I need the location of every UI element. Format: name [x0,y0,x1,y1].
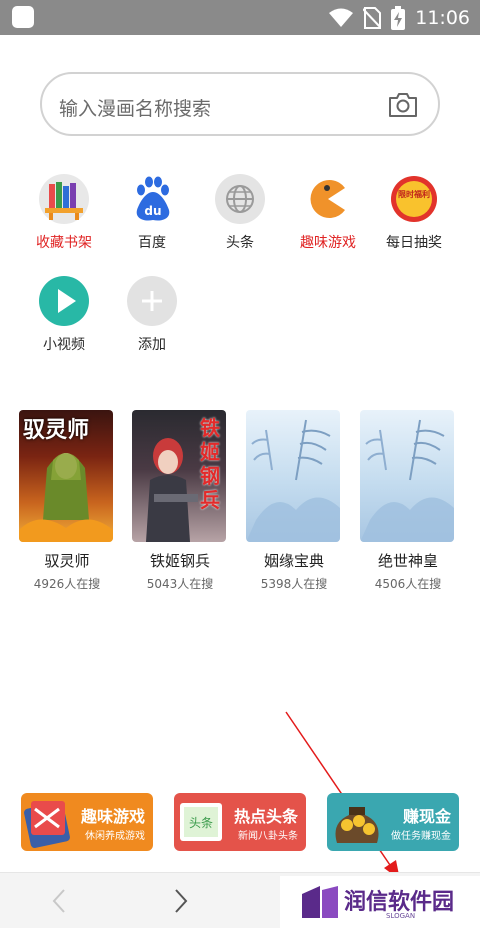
banner-subtitle: 新闻八卦头条 [238,831,298,842]
battery-charging-icon [391,6,406,30]
shortcut-label: 每日抽奖 [386,235,442,251]
watermark-logo: 润信软件园 SLOGAN [280,876,480,928]
banner-title: 趣味游戏 [80,807,145,826]
comic-cover-image: 驭灵师 [19,410,113,542]
watermark-slogan: SLOGAN [386,912,416,920]
shortcut-baidu[interactable]: du 百度 [112,174,192,252]
shortcut-label: 添加 [138,337,166,353]
banner-subtitle: 做任务赚现金 [391,831,451,842]
comic-cover-placeholder [360,410,454,542]
comic-cover-placeholder [246,410,340,542]
search-bar[interactable]: 输入漫画名称搜索 [40,72,440,136]
comic-title: 绝世神皇 [377,552,438,570]
forward-chevron-icon[interactable] [168,887,192,915]
shortcut-label: 头条 [226,235,254,251]
comic-card[interactable]: 姻缘宝典 5398人在搜 [246,410,342,592]
camera-icon[interactable] [388,92,418,118]
status-bar: 11:06 [0,0,480,35]
play-icon [39,276,89,326]
shortcut-daily-lottery[interactable]: 限时福利 每日抽奖 [374,174,454,252]
comic-cover-image: 铁姬钢兵 [132,410,226,542]
comic-title: 姻缘宝典 [263,552,324,570]
news-card-text: 头条 [189,816,213,830]
browser-home-screen: 11:06 输入漫画名称搜索 收藏书架 du 百度 头条 趣味游戏 限时福利 每… [0,0,480,928]
shortcut-bookshelf[interactable]: 收藏书架 [24,174,104,252]
bookshelf-icon [39,174,89,224]
comic-card[interactable]: 铁姬钢兵 铁姬钢兵 5043人在搜 [132,410,228,592]
comic-card[interactable]: 绝世神皇 4506人在搜 [360,410,456,592]
comic-search-count: 4506人在搜 [374,577,442,591]
status-time: 11:06 [415,7,470,29]
banner-hot-news[interactable]: 头条 热点头条 新闻八卦头条 [174,793,306,851]
shortcut-label: 趣味游戏 [300,235,356,251]
globe-icon [215,174,265,224]
comic-cover-title: 驭灵师 [23,418,90,443]
shortcut-short-video[interactable]: 小视频 [24,276,104,354]
news-card-icon: 头条 [180,803,222,841]
status-indicators: 11:06 [329,5,470,31]
comic-search-count: 4926人在搜 [33,577,101,591]
comic-title: 铁姬钢兵 [149,552,210,570]
comic-search-count: 5043人在搜 [146,577,214,591]
shortcut-fun-games[interactable]: 趣味游戏 [288,174,368,252]
comic-title: 驭灵师 [44,552,90,570]
plus-icon [127,276,177,326]
logo-mark-icon [302,886,338,918]
wifi-icon [329,8,354,27]
comic-card[interactable]: 驭灵师 驭灵师 4926人在搜 [19,410,115,592]
shortcut-label: 小视频 [43,337,85,353]
search-placeholder: 输入漫画名称搜索 [59,98,212,120]
lottery-medal-icon: 限时福利 [389,174,439,224]
shortcut-add[interactable]: 添加 [112,276,192,354]
shortcut-toutiao[interactable]: 头条 [200,174,280,252]
banner-title: 赚现金 [402,807,451,826]
baidu-paw-icon: du [127,174,177,224]
back-chevron-icon[interactable] [48,887,72,915]
banner-fun-games[interactable]: 趣味游戏 休闲养成游戏 [21,793,153,851]
banner-subtitle: 休闲养成游戏 [85,831,145,842]
baidu-du-text: du [144,204,161,218]
no-sim-icon [363,7,382,29]
banner-title: 热点头条 [233,807,298,826]
banner-earn-cash[interactable]: 赚现金 做任务赚现金 [327,793,459,851]
comic-search-count: 5398人在搜 [260,577,328,591]
lottery-icon-text: 限时福利 [398,189,430,199]
pacman-icon [303,174,353,224]
money-bag-icon [335,807,379,843]
gamepad-card-icon [24,801,70,848]
app-notification-icon [12,6,34,28]
comic-cover-title: 铁姬钢兵 [200,416,220,512]
shortcut-label: 收藏书架 [36,235,92,251]
shortcut-label: 百度 [138,235,166,251]
